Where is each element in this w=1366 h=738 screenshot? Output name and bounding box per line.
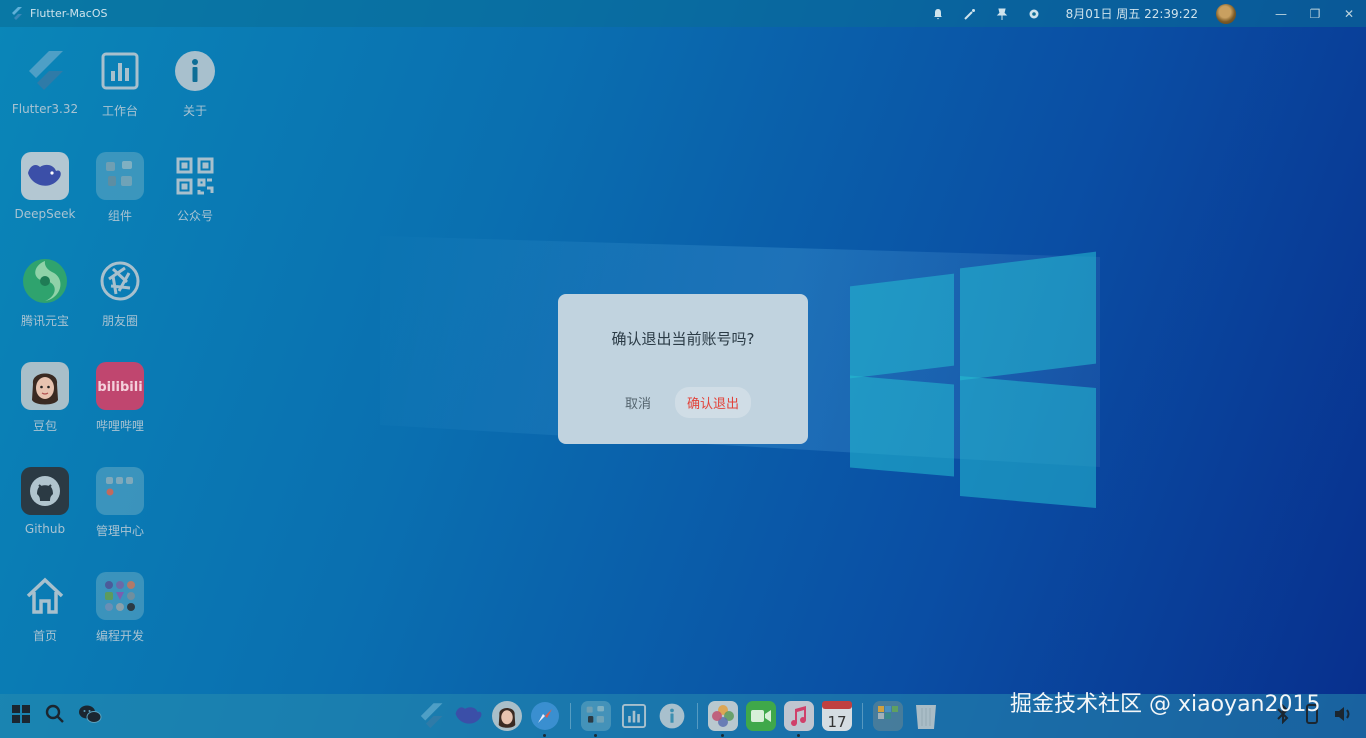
dock: 17 [412,697,945,737]
github-icon [21,467,69,515]
flutter-icon [12,6,22,20]
window-title: Flutter-MacOS [30,7,108,20]
desktop-icon-label: 首页 [32,629,57,643]
running-indicator [594,734,597,737]
desktop-icon-label: 腾讯元宝 [20,314,69,328]
yuanbao-icon [21,257,69,305]
dock-info-icon[interactable] [657,701,687,731]
desktop-icon-label: 管理中心 [95,524,144,538]
desktop-icon-label: Flutter3.32 [11,102,79,116]
desktop-icon-github[interactable]: Github [10,467,80,536]
desktop-icon-label: 组件 [107,209,132,223]
cancel-button[interactable]: 取消 [615,387,661,418]
desktop-icon-doubao[interactable]: 豆包 [10,362,80,434]
dock-facetime-icon[interactable] [746,701,776,731]
desktop-icon-label: Github [24,522,66,536]
dock-doubao-icon[interactable] [492,701,522,731]
desktop-icon-label: 编程开发 [95,629,144,643]
dock-widgets-folder-icon[interactable] [581,701,611,737]
admin-folder-icon [96,467,144,515]
desktop-icon-label: 哔哩哔哩 [95,419,144,433]
confirm-logout-button[interactable]: 确认退出 [675,387,752,418]
desktop-icon-widgets[interactable]: 组件 [85,152,155,224]
magic-wand-icon[interactable] [954,8,986,20]
desktop-icon-dashboard[interactable]: 工作台 [85,47,155,119]
desktop-icon-label: 公众号 [176,209,213,223]
dock-deepseek-icon[interactable] [454,701,484,731]
running-indicator [721,734,724,737]
watermark: 掘金技术社区 @ xiaoyan2015 [1010,692,1321,717]
desktop-icon-deepseek[interactable]: DeepSeek [10,152,80,221]
svg-text:bilibili: bilibili [98,380,142,395]
dock-photos-icon[interactable] [708,701,738,737]
dock-safari-icon[interactable] [530,701,560,737]
dock-calendar-icon[interactable]: 17 [822,701,852,731]
desktop-icon-label: 豆包 [32,419,57,433]
dialog-actions: 取消 确认退出 [615,387,752,418]
avatar[interactable] [1216,3,1236,24]
dock-separator [862,703,863,729]
dialog-message: 确认退出当前账号吗? [611,330,755,348]
bell-icon[interactable] [922,8,954,20]
dock-apps-folder-icon[interactable] [873,701,903,731]
desktop-icon-qrcode[interactable]: 公众号 [160,152,230,224]
widgets-folder-icon [96,152,144,200]
desktop-icon-moments[interactable]: 朋友圈 [85,257,155,329]
desktop-icon-label: DeepSeek [14,207,76,221]
bilibili-icon: bilibili [96,362,144,410]
close-icon[interactable]: ✕ [1332,7,1366,21]
desktop-icon-flutter[interactable]: Flutter3.32 [10,47,80,116]
minimize-icon[interactable]: — [1264,7,1298,21]
moments-icon [96,257,144,305]
desktop-icon-label: 朋友圈 [101,314,138,328]
pin-icon[interactable] [986,8,1018,20]
windows-logo-graphic [848,250,1098,508]
desktop-icon-admin[interactable]: 管理中心 [85,467,155,539]
desktop-icon-about[interactable]: 关于 [160,47,230,119]
search-icon[interactable] [44,703,66,729]
desktop-icon-dev[interactable]: 编程开发 [85,572,155,644]
wechat-icon[interactable] [78,703,102,729]
dev-folder-icon [96,572,144,620]
desktop-icon-label: 工作台 [101,104,138,118]
desktop-icon-yuanbao[interactable]: 腾讯元宝 [10,257,80,329]
deepseek-icon [21,152,69,200]
dock-dashboard-icon[interactable] [619,701,649,731]
dashboard-icon [96,47,144,95]
logout-confirm-dialog: 确认退出当前账号吗? 取消 确认退出 [558,294,808,444]
dock-flutter-icon[interactable] [416,701,446,731]
dock-separator [570,703,571,729]
dock-trash-icon[interactable] [911,701,941,731]
restore-icon[interactable]: ❐ [1298,7,1332,21]
desktop-icon-bilibili[interactable]: bilibili 哔哩哔哩 [85,362,155,434]
info-icon [171,47,219,95]
dock-music-icon[interactable] [784,701,814,737]
desktop-icon-home[interactable]: 首页 [10,572,80,644]
dock-separator [697,703,698,729]
clock-datetime: 8月01日 周五 22:39:22 [1065,7,1198,21]
home-icon [21,572,69,620]
running-indicator [797,734,800,737]
qrcode-icon [171,152,219,200]
volume-icon[interactable] [1334,705,1354,727]
desktop-icon-label: 关于 [182,104,207,118]
doubao-icon [21,362,69,410]
calendar-day: 17 [827,713,846,731]
flutter-icon [21,47,69,95]
gear-icon[interactable] [1018,8,1050,20]
windows-start-icon[interactable] [10,703,32,729]
top-bar: Flutter-MacOS 8月01日 周五 22:39:22 — ❐ ✕ [0,0,1366,27]
running-indicator [543,734,546,737]
